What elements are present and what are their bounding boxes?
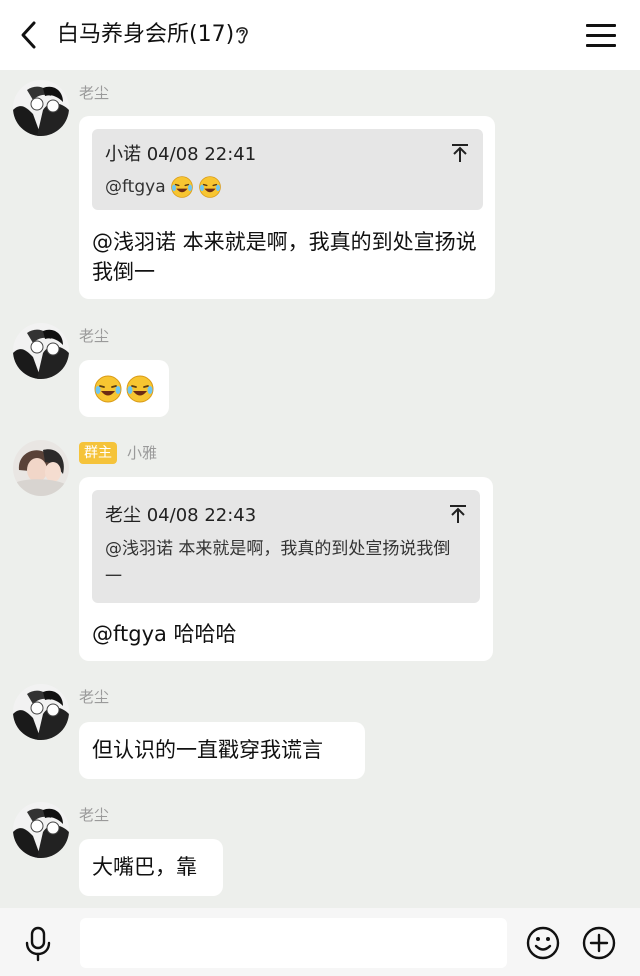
microphone-icon[interactable]	[22, 926, 54, 962]
sender-name: 老尘	[79, 688, 110, 706]
group-owner-badge: 群主	[79, 442, 117, 464]
avatar-image	[13, 684, 69, 740]
sender-name: 老尘	[79, 327, 110, 345]
avatar-image	[13, 802, 69, 858]
laughing-tears-emoji-icon	[126, 375, 154, 402]
smiley-icon[interactable]	[526, 926, 560, 960]
message-text: 但认识的一直戳穿我谎言	[92, 738, 323, 762]
quote-header: 老尘 04/08 22:43	[105, 505, 257, 526]
laughing-tears-emoji-icon	[94, 375, 122, 402]
quoted-message[interactable]: 老尘 04/08 22:43 @浅羽诺 本来就是啊，我真的到处宣扬说我倒一	[92, 490, 480, 603]
laughing-tears-emoji-icon	[198, 176, 221, 198]
chat-header: 白马养身会所(17)	[0, 0, 640, 70]
message-bubble[interactable]: 但认识的一直戳穿我谎言	[79, 722, 365, 779]
quote-body: @浅羽诺 本来就是啊，我真的到处宣扬说我倒一	[105, 539, 451, 587]
jump-to-quote-icon[interactable]	[449, 504, 467, 524]
message-bubble[interactable]: 老尘 04/08 22:43 @浅羽诺 本来就是啊，我真的到处宣扬说我倒一 @f…	[79, 477, 493, 661]
avatar-image	[13, 323, 69, 379]
avatar-image	[13, 80, 69, 136]
quoted-message[interactable]: 小诺 04/08 22:41 @ftgya	[92, 129, 483, 210]
sender-name: 小雅	[127, 444, 158, 462]
quote-header: 小诺 04/08 22:41	[105, 144, 257, 165]
chat-title: 白马养身会所(17)	[57, 22, 235, 47]
laughing-tears-emoji-icon	[170, 176, 193, 198]
menu-line	[586, 23, 616, 27]
menu-line	[586, 43, 616, 47]
avatar-xiaoya[interactable]	[13, 440, 69, 496]
avatar-laochen[interactable]	[13, 802, 69, 858]
sender-name: 老尘	[79, 806, 110, 824]
quote-body: @ftgya	[105, 173, 463, 201]
avatar-laochen[interactable]	[13, 684, 69, 740]
jump-to-quote-icon[interactable]	[451, 143, 469, 163]
avatar-laochen[interactable]	[13, 323, 69, 379]
avatar-laochen[interactable]	[13, 80, 69, 136]
message-bubble[interactable]: 大嘴巴，靠	[79, 839, 223, 896]
message-text: @浅羽诺 本来就是啊，我真的到处宣扬说我倒一	[92, 230, 477, 284]
message-text: 大嘴巴，靠	[92, 855, 197, 879]
menu-line	[586, 33, 616, 37]
message-bubble[interactable]: 小诺 04/08 22:41 @ftgya @浅羽诺 本来就是啊，我真的到处宣扬…	[79, 116, 495, 299]
input-bar	[0, 908, 640, 976]
message-bubble[interactable]	[79, 360, 169, 417]
ear-icon	[236, 27, 248, 44]
avatar-image	[13, 440, 69, 496]
message-text: @ftgya 哈哈哈	[92, 622, 237, 646]
quote-text: @ftgya	[105, 177, 166, 197]
plus-circle-icon[interactable]	[582, 926, 616, 960]
chevron-left-icon	[21, 21, 36, 49]
back-button[interactable]	[14, 18, 44, 52]
sender-name: 老尘	[79, 84, 110, 102]
chat-messages[interactable]: 老尘 小诺 04/08 22:41 @ftgya @浅羽诺 本来就是啊，我真的到…	[0, 70, 640, 908]
message-input[interactable]	[80, 918, 507, 968]
menu-button[interactable]	[586, 20, 616, 50]
